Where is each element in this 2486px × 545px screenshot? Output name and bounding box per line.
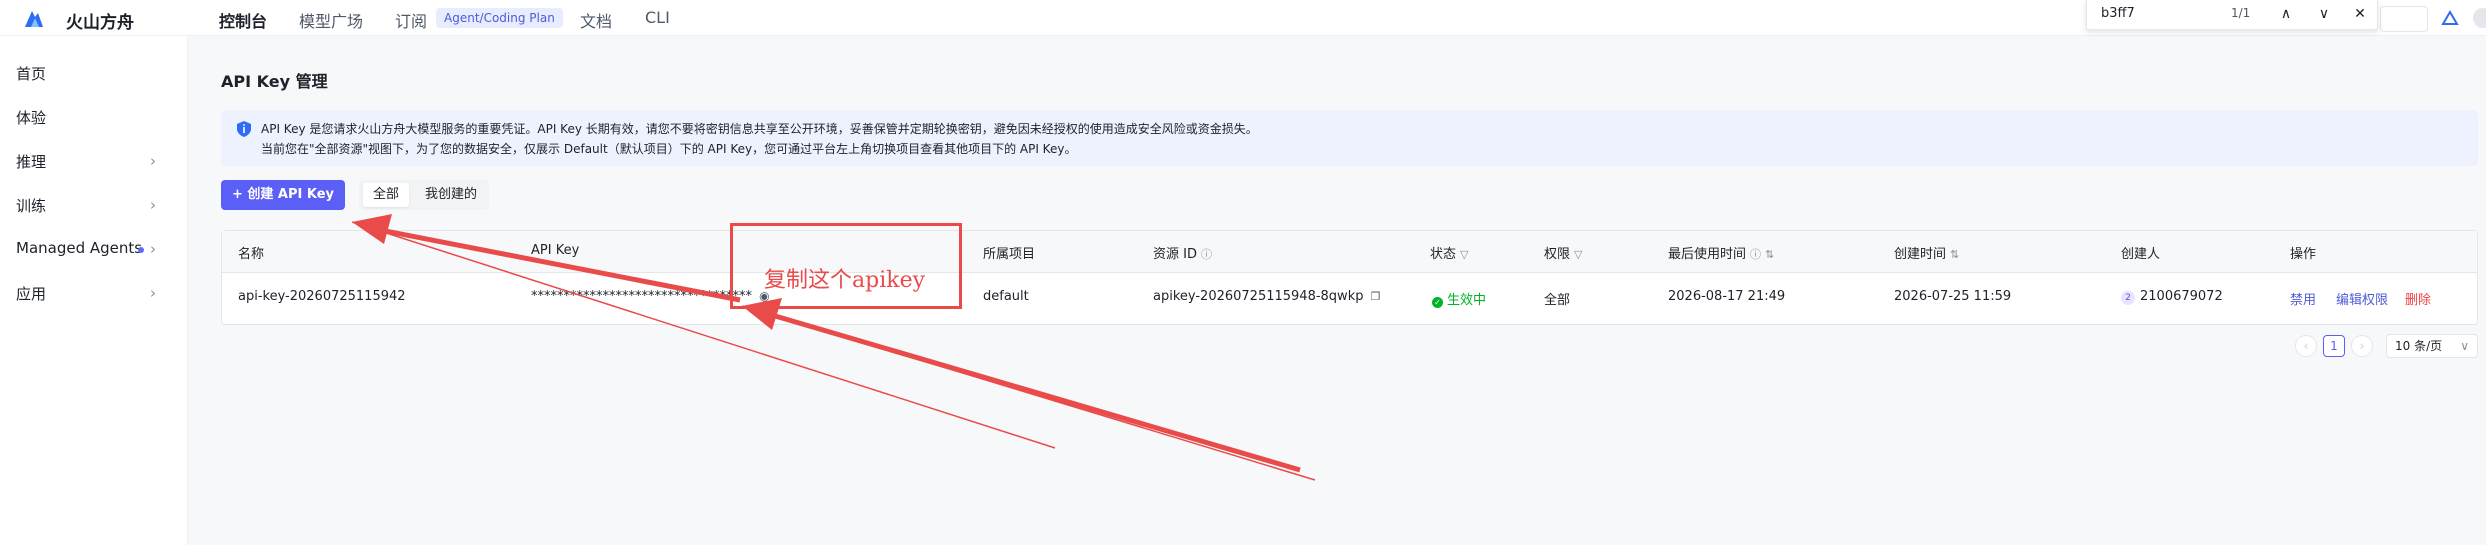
notice-text: API Key 是您请求火山方舟大模型服务的重要凭证。API Key 长期有效，… (261, 122, 1258, 136)
top-search-box[interactable] (2380, 6, 2428, 32)
volcano-logo-icon[interactable] (22, 7, 44, 29)
pagination-page-1[interactable]: 1 (2323, 335, 2345, 357)
column-header-creator: 创建人 (2121, 247, 2161, 262)
chevron-up-icon: ∧ (2280, 6, 2292, 22)
annotation-arrow-thin (741, 305, 1316, 481)
chevron-right-icon: › (150, 196, 156, 214)
column-header-label: 创建时间 (1894, 247, 1947, 262)
new-indicator-dot (138, 247, 144, 253)
sidebar-item-label: 体验 (16, 109, 47, 127)
page-size-value: 10 条/页 (2395, 339, 2443, 353)
find-next-button[interactable]: ∨ (2311, 2, 2337, 26)
sidebar-item-training[interactable]: 训练 › (0, 186, 188, 226)
api-key-table: 名称 API Key 所属项目 资源 ID ⓘ 状态 ▽ 权限 ▽ 最后使用时间 ⓘ ⇅ … (221, 230, 2478, 325)
find-match-count: 1/1 (2231, 6, 2251, 20)
find-close-button[interactable]: ✕ (2347, 2, 2373, 26)
info-icon[interactable]: ⓘ (1201, 248, 1212, 261)
column-header-api-key: API Key (531, 243, 580, 258)
sidebar-item-inference[interactable]: 推理 › (0, 142, 188, 182)
user-avatar[interactable] (2473, 8, 2486, 28)
nav-cli[interactable]: CLI (645, 8, 670, 27)
nav-subscription[interactable]: 订阅 (395, 8, 427, 32)
sidebar-item-label: 推理 (16, 153, 47, 171)
sort-icon[interactable]: ⇅ (1950, 248, 1959, 261)
sidebar-item-label: 训练 (16, 197, 47, 215)
create-api-key-button[interactable]: + 创建 API Key (221, 180, 345, 210)
sidebar-item-managed-agents[interactable]: Managed Agents › (0, 230, 188, 270)
sidebar-item-label: 应用 (16, 285, 47, 303)
column-header-label: 状态 (1430, 247, 1457, 262)
column-header-actions: 操作 (2290, 247, 2317, 262)
filter-all-tab[interactable]: 全部 (363, 183, 410, 207)
column-header-resource-id: 资源 ID ⓘ (1153, 243, 1212, 262)
copy-icon[interactable]: ❐ (1371, 290, 1381, 303)
chevron-right-icon: › (2359, 339, 2365, 353)
chevron-right-icon: › (150, 152, 156, 170)
pagination-next-button[interactable]: › (2351, 335, 2373, 357)
resource-id-value: apikey-20260725115948-8qwkp (1153, 289, 1364, 304)
column-header-label: 权限 (1544, 247, 1571, 262)
close-icon: ✕ (2354, 6, 2366, 22)
chevron-down-icon: ∨ (2460, 339, 2469, 353)
column-header-created: 创建时间 ⇅ (1894, 243, 1959, 262)
column-header-label: 资源 ID (1153, 247, 1197, 262)
row-creator: 2 2100679072 (2121, 289, 2223, 305)
pagination-prev-button[interactable]: ‹ (2295, 335, 2317, 357)
nav-model-square[interactable]: 模型广场 (299, 8, 363, 32)
page-size-select[interactable]: 10 条/页 ∨ (2386, 334, 2478, 358)
api-key-masked-value: ********************************** (531, 289, 752, 304)
row-permission: 全部 (1544, 293, 1571, 308)
row-project: default (983, 289, 1029, 304)
annotation-arrow (764, 310, 1301, 473)
table-header: 名称 API Key 所属项目 资源 ID ⓘ 状态 ▽ 权限 ▽ 最后使用时间 ⓘ ⇅ … (222, 231, 2477, 273)
disable-button[interactable]: 禁用 (2290, 289, 2316, 308)
column-header-label: 最后使用时间 (1668, 247, 1747, 262)
shield-info-icon (237, 121, 251, 137)
filter-icon[interactable]: ▽ (1574, 248, 1582, 261)
info-notice: API Key 是您请求火山方舟大模型服务的重要凭证。API Key 长期有效，… (221, 110, 2478, 166)
chevron-right-icon: › (150, 284, 156, 302)
row-last-used: 2026-08-17 21:49 (1668, 289, 1786, 304)
find-in-page-bar: b3ff7 1/1 ∧ ∨ ✕ (2086, 0, 2378, 30)
filter-icon[interactable]: ▽ (1460, 248, 1468, 261)
column-header-name: 名称 (238, 247, 265, 262)
apps-icon[interactable] (2440, 8, 2460, 28)
row-created: 2026-07-25 11:59 (1894, 289, 2012, 304)
info-icon[interactable]: ⓘ (1750, 248, 1761, 261)
find-input[interactable]: b3ff7 (2101, 6, 2135, 21)
filter-mine-tab[interactable]: 我创建的 (415, 183, 487, 207)
filter-segmented-control: 全部 我创建的 (359, 180, 489, 210)
delete-button[interactable]: 删除 (2405, 289, 2431, 308)
column-header-last-used: 最后使用时间 ⓘ ⇅ (1668, 243, 1774, 262)
row-resource-id: apikey-20260725115948-8qwkp ❐ (1153, 289, 1381, 304)
sidebar-item-experience[interactable]: 体验 (0, 98, 188, 138)
nav-docs[interactable]: 文档 (580, 8, 612, 32)
edit-permission-button[interactable]: 编辑权限 (2336, 289, 2388, 308)
sort-icon[interactable]: ⇅ (1765, 248, 1774, 261)
annotation-text: 复制这个apikey (764, 268, 926, 293)
sidebar-item-apps[interactable]: 应用 › (0, 274, 188, 314)
nav-console[interactable]: 控制台 (219, 8, 267, 32)
notice-text: 当前您在"全部资源"视图下，为了您的数据安全，仅展示 Default（默认项目）… (261, 142, 1077, 156)
sidebar-item-label: Managed Agents (16, 239, 143, 257)
avatar: 2 (2121, 291, 2135, 305)
creator-id: 2100679072 (2140, 289, 2223, 304)
status-badge: 生效中 (1447, 293, 1487, 308)
sidebar: 首页 体验 推理 › 训练 › Managed Agents › 应用 › (0, 36, 188, 545)
chevron-left-icon: ‹ (2303, 339, 2309, 353)
sidebar-item-home[interactable]: 首页 (0, 54, 188, 94)
sidebar-item-label: 首页 (16, 65, 47, 83)
column-header-permission: 权限 ▽ (1544, 243, 1582, 262)
page-title: API Key 管理 (221, 72, 328, 91)
column-header-project: 所属项目 (983, 247, 1036, 262)
row-status: ✓ 生效中 (1432, 289, 1486, 308)
brand-name[interactable]: 火山方舟 (66, 8, 134, 33)
chevron-right-icon: › (150, 240, 156, 258)
row-name: api-key-20260725115942 (238, 289, 406, 304)
chevron-down-icon: ∨ (2318, 6, 2330, 22)
column-header-status: 状态 ▽ (1430, 243, 1468, 262)
find-previous-button[interactable]: ∧ (2273, 2, 2299, 26)
check-circle-icon: ✓ (1432, 297, 1443, 308)
nav-subscription-badge: Agent/Coding Plan (436, 8, 563, 28)
